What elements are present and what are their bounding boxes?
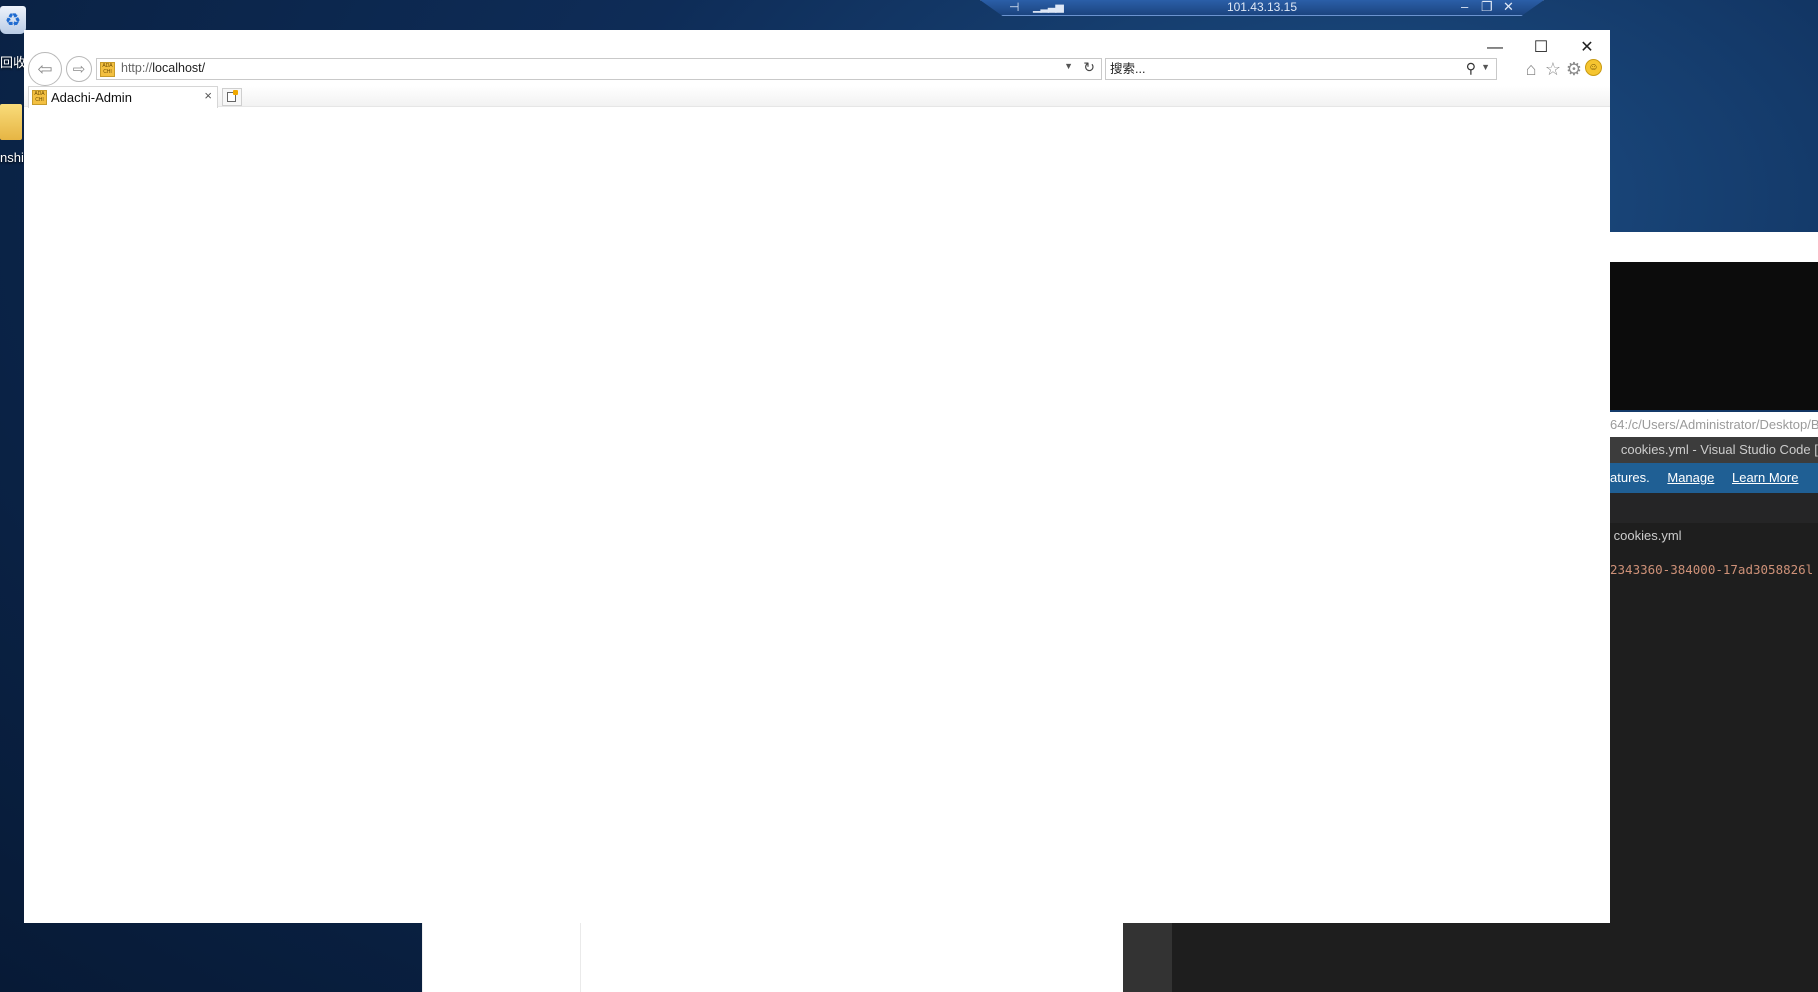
address-url[interactable]: http://localhost/ — [121, 61, 205, 75]
tab-close-icon[interactable]: × — [204, 88, 212, 103]
vscode-editor-tab[interactable]: cookies.yml — [1610, 523, 1818, 549]
tools-gear-icon[interactable]: ⚙ — [1563, 58, 1585, 80]
remote-desktop-bar: ⊣ ▁▂▃▅ 101.43.13.15 – ❐ ✕ — [980, 0, 1544, 16]
new-tab-button[interactable] — [222, 88, 242, 106]
address-protocol: http:// — [121, 61, 153, 75]
address-dropdown-icon[interactable]: ▼ — [1064, 61, 1073, 71]
refresh-icon[interactable]: ↻ — [1083, 59, 1095, 76]
recycle-bin-label: 回收 — [0, 55, 27, 70]
folder-label: nshi — [0, 150, 24, 165]
address-bar[interactable]: ADA CHI http://localhost/ ▼ ↻ — [96, 58, 1102, 80]
banner-manage-link[interactable]: Manage — [1667, 470, 1714, 485]
home-icon[interactable]: ⌂ — [1520, 58, 1542, 80]
page-content — [24, 108, 1610, 923]
background-editor-bottom — [1172, 923, 1618, 992]
search-dropdown-icon[interactable]: ▼ — [1481, 62, 1490, 72]
favorites-star-icon[interactable]: ☆ — [1542, 58, 1564, 80]
background-sidebar — [1123, 923, 1172, 992]
background-terminal — [1610, 262, 1818, 410]
background-window-white — [1610, 232, 1818, 262]
search-box[interactable]: ⚲ ▼ — [1105, 58, 1497, 80]
vscode-notification-banner: atures. Manage Learn More — [1610, 463, 1818, 493]
forward-arrow-icon: ⇨ — [72, 61, 86, 78]
tab-strip — [24, 86, 1610, 107]
back-button[interactable]: ⇦ — [28, 52, 62, 86]
folder-icon[interactable] — [0, 104, 22, 140]
new-tab-icon — [227, 90, 238, 102]
forward-button[interactable]: ⇨ — [66, 56, 92, 82]
search-input[interactable] — [1110, 60, 1440, 78]
rdp-close-button[interactable]: ✕ — [1503, 0, 1514, 15]
vscode-code-line: 2343360-384000-17ad3058826l — [1610, 562, 1814, 577]
browser-window: — ☐ ✕ ⇦ ⇨ ADA CHI http://localhost/ ▼ ↻ … — [24, 30, 1610, 923]
background-window-bottom — [422, 923, 1124, 992]
site-favicon-icon: ADA CHI — [100, 62, 115, 77]
search-icon[interactable]: ⚲ — [1466, 60, 1476, 77]
vscode-title: cookies.yml - Visual Studio Code [Ad — [1620, 442, 1818, 457]
vscode-title-bar: cookies.yml - Visual Studio Code [Ad — [1610, 437, 1818, 463]
tab-adachi-admin[interactable]: ADA CHI Adachi-Admin × — [28, 86, 218, 108]
back-arrow-icon: ⇦ — [37, 59, 53, 79]
tab-favicon-icon: ADA CHI — [32, 90, 47, 105]
vscode-tab-label: cookies.yml — [1613, 528, 1682, 543]
banner-learn-more-link[interactable]: Learn More — [1732, 470, 1798, 485]
rdp-ip-address: 101.43.13.15 — [1226, 0, 1298, 14]
rdp-restore-button[interactable]: ❐ — [1481, 0, 1493, 15]
rdp-minimize-button[interactable]: – — [1461, 0, 1468, 14]
recycle-bin-icon[interactable]: ♻ — [0, 6, 26, 34]
banner-text: atures. — [1610, 470, 1650, 485]
feedback-smiley-icon[interactable]: ☺ — [1585, 59, 1602, 76]
tab-title: Adachi-Admin — [51, 90, 132, 105]
background-divider — [580, 923, 581, 992]
background-terminal-path: 64:/c/Users/Administrator/Desktop/B — [1610, 412, 1818, 438]
address-host: localhost/ — [152, 61, 206, 75]
